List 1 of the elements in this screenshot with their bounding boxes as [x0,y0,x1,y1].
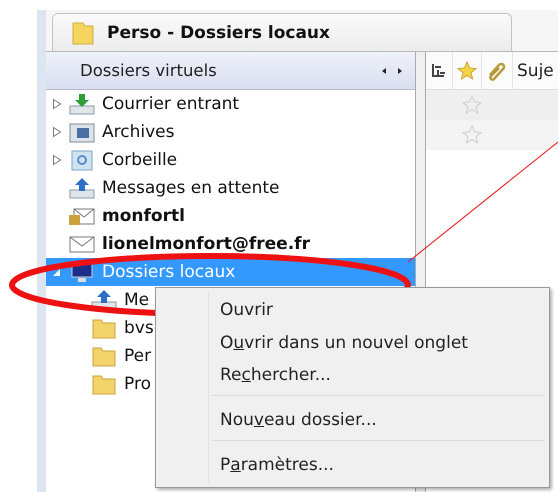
pane-title: Dossiers virtuels [80,61,217,80]
